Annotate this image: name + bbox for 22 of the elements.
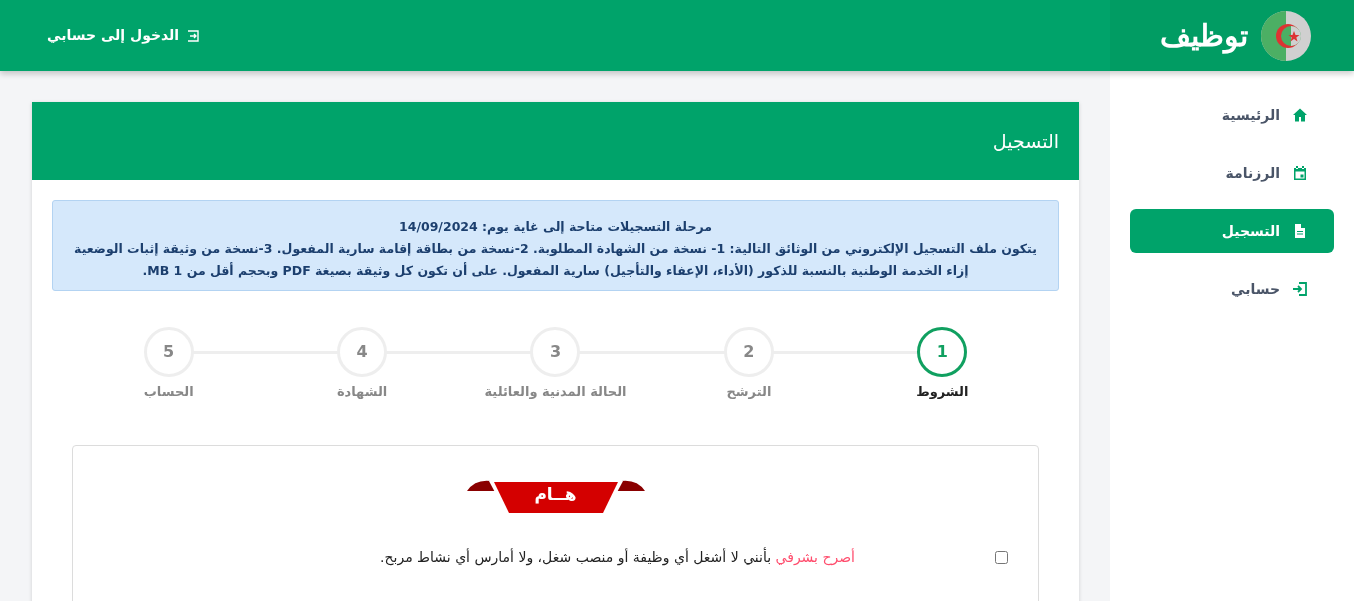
flag-emblem-icon bbox=[1260, 9, 1312, 62]
step-label: الشهادة bbox=[336, 383, 388, 401]
card-title: التسجيل bbox=[992, 128, 1059, 154]
step-label: الشروط bbox=[916, 383, 969, 401]
alert-text: يتكون ملف التسجيل الإلكتروني من الوثائق التالية: 1- نسخة من الشهادة المطلوبة. 2-نسخة من بطاقة إقامة سارية المفعول. 3-نسخة من وثيقة إثبات الوضعية إزاء الخدمة الوطنية بالنسبة للذكور (الأداء، الإعفاء والتأجيل) سارية المفعول. على أن تكون كل وثيقة بصيغة PDF وبحجم أقل من 1 MB. bbox=[73, 240, 1038, 280]
step-label: الحالة المدنية والعائلية bbox=[484, 383, 627, 401]
calendar-icon bbox=[1292, 165, 1308, 181]
sidebar-item[interactable]: الرئيسية bbox=[1130, 93, 1334, 137]
declaration-text: أصرح بشرفي بأنني لا أشغل أي وظيفة أو منصب شغل، ولا أمارس أي نشاط مربح. bbox=[380, 546, 855, 568]
sidebar-item[interactable]: حسابي bbox=[1130, 267, 1334, 311]
alert-heading: مرحلة التسجيلات متاحة إلى غاية يوم: 14/09/2024 bbox=[398, 218, 713, 237]
step-label: الحساب bbox=[143, 383, 194, 401]
home-icon bbox=[1292, 107, 1308, 123]
declaration-checkbox[interactable] bbox=[995, 550, 1008, 564]
sidebar-item[interactable]: التسجيل bbox=[1130, 209, 1334, 253]
ribbon-label: هــام bbox=[534, 482, 577, 506]
login-icon bbox=[187, 29, 200, 42]
sidebar-item[interactable]: الرزنامة bbox=[1130, 151, 1334, 195]
login-link[interactable]: الدخول إلى حسابي bbox=[47, 25, 200, 46]
step-label: الترشح bbox=[726, 383, 772, 401]
login-icon bbox=[1292, 281, 1308, 297]
document-icon bbox=[1292, 223, 1308, 239]
